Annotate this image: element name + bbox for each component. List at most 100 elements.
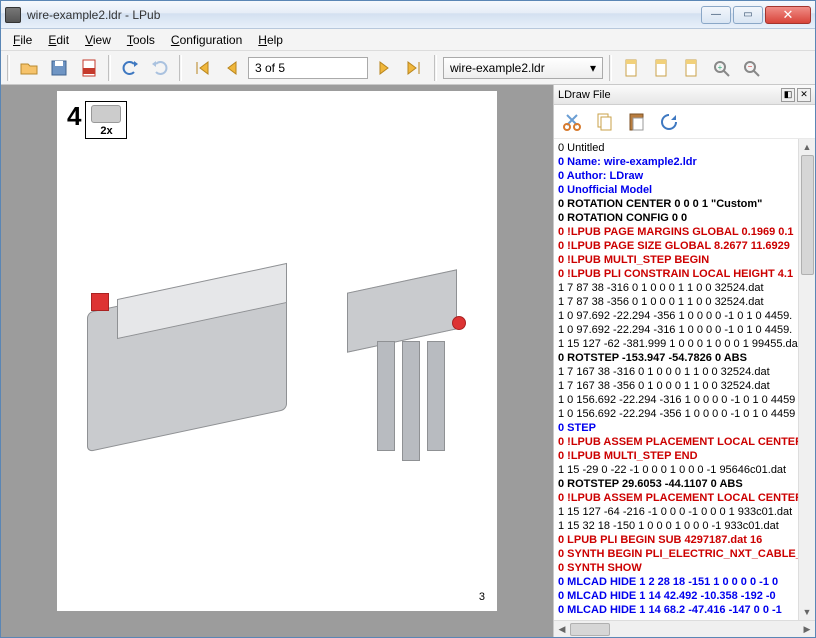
page-number: 3 [479, 591, 485, 603]
horizontal-scrollbar[interactable]: ◀ ▶ [554, 620, 815, 637]
code-line[interactable]: 1 0 97.692 -22.294 -356 1 0 0 0 0 -1 0 1… [558, 309, 794, 323]
code-line[interactable]: 1 15 127 -62 -381.999 1 0 0 0 1 0 0 0 1 … [558, 337, 794, 351]
menu-help[interactable]: Help [250, 31, 291, 49]
menu-file[interactable]: File [5, 31, 40, 49]
code-line[interactable]: 0 SYNTH SHOW [558, 561, 794, 575]
menu-configuration[interactable]: Configuration [163, 31, 250, 49]
red-brick-icon [91, 293, 109, 311]
code-line[interactable]: 0 MLCAD HIDE 1 14 42.492 -10.358 -192 -0 [558, 589, 794, 603]
first-page-icon[interactable] [188, 55, 214, 81]
pli-thumb [91, 105, 121, 123]
panel-undock-icon[interactable]: ◧ [781, 88, 795, 102]
save-icon[interactable] [46, 55, 72, 81]
beam-1 [377, 341, 395, 451]
panel-close-icon[interactable]: ✕ [797, 88, 811, 102]
scroll-track[interactable] [799, 155, 815, 604]
sep [434, 55, 437, 81]
code-line[interactable]: 0 Author: LDraw [558, 169, 794, 183]
param-icon-1[interactable] [618, 55, 644, 81]
code-line[interactable]: 1 0 156.692 -22.294 -316 1 0 0 0 0 -1 0 … [558, 393, 794, 407]
app-window: wire-example2.ldr - LPub — ▭ ✕ File Edit… [0, 0, 816, 638]
scroll-up-icon[interactable]: ▲ [799, 139, 815, 155]
prev-page-icon[interactable] [218, 55, 244, 81]
undo-icon[interactable] [117, 55, 143, 81]
code-line[interactable]: 0 !LPUB ASSEM PLACEMENT LOCAL CENTER [558, 491, 794, 505]
code-line[interactable]: 0 MLCAD HIDE 1 2 28 18 -151 1 0 0 0 0 -1… [558, 575, 794, 589]
code-line[interactable]: 0 !LPUB PAGE MARGINS GLOBAL 0.1969 0.1 [558, 225, 794, 239]
grip [7, 55, 10, 81]
panel-header[interactable]: LDraw File ◧ ✕ [554, 85, 815, 105]
cut-icon[interactable] [560, 109, 586, 135]
close-button[interactable]: ✕ [765, 6, 811, 24]
code-line[interactable]: 0 ROTSTEP 29.6053 -44.1107 0 ABS [558, 477, 794, 491]
beam-2 [402, 341, 420, 461]
code-line[interactable]: 0 Untitled [558, 141, 794, 155]
code-line[interactable]: 0 !LPUB PLI CONSTRAIN LOCAL HEIGHT 4.1 [558, 267, 794, 281]
page-input[interactable] [248, 57, 368, 79]
sep [108, 55, 111, 81]
scroll-down-icon[interactable]: ▼ [799, 604, 815, 620]
code-line[interactable]: 1 15 32 18 -150 1 0 0 0 1 0 0 0 -1 933c0… [558, 519, 794, 533]
step-callout: 4 2x [67, 101, 127, 139]
menu-tools[interactable]: Tools [119, 31, 163, 49]
svg-text:+: + [718, 63, 723, 72]
code-line[interactable]: 0 !LPUB PAGE SIZE GLOBAL 8.2677 11.6929 [558, 239, 794, 253]
code-line[interactable]: 0 ROTATION CONFIG 0 0 [558, 211, 794, 225]
export-pdf-icon[interactable] [76, 55, 102, 81]
maximize-button[interactable]: ▭ [733, 6, 763, 24]
code-line[interactable]: 0 SYNTH BEGIN PLI_ELECTRIC_NXT_CABLE_ [558, 547, 794, 561]
param-icon-2[interactable] [648, 55, 674, 81]
sep [609, 55, 612, 81]
code-area[interactable]: 0 Untitled0 Name: wire-example2.ldr0 Aut… [554, 139, 798, 620]
code-line[interactable]: 1 7 87 38 -316 0 1 0 0 0 1 1 0 0 32524.d… [558, 281, 794, 295]
scroll-left-icon[interactable]: ◀ [554, 621, 570, 638]
code-line[interactable]: 0 Name: wire-example2.ldr [558, 155, 794, 169]
last-page-icon[interactable] [402, 55, 428, 81]
code-line[interactable]: 1 0 156.692 -22.294 -356 1 0 0 0 0 -1 0 … [558, 407, 794, 421]
model-selector-label: wire-example2.ldr [450, 61, 545, 75]
copy-icon[interactable] [592, 109, 618, 135]
panel-toolbar [554, 105, 815, 139]
page-preview: 4 2x 3 [57, 91, 497, 611]
chevron-down-icon: ▾ [590, 61, 596, 75]
paste-icon[interactable] [624, 109, 650, 135]
refresh-icon[interactable] [656, 109, 682, 135]
code-line[interactable]: 0 Unofficial Model [558, 183, 794, 197]
param-icon-3[interactable] [678, 55, 704, 81]
ldraw-panel: LDraw File ◧ ✕ 0 Untitled0 Name: wire-ex… [553, 85, 815, 637]
code-line[interactable]: 0 !LPUB MULTI_STEP END [558, 449, 794, 463]
code-line[interactable]: 0 !LPUB MULTI_STEP BEGIN [558, 253, 794, 267]
code-line[interactable]: 0 MLCAD HIDE 1 14 68.2 -47.416 -147 0 0 … [558, 603, 794, 617]
code-line[interactable]: 1 7 167 38 -356 0 1 0 0 0 1 1 0 0 32524.… [558, 379, 794, 393]
code-line[interactable]: 0 !LPUB ASSEM PLACEMENT LOCAL CENTER [558, 435, 794, 449]
menu-view[interactable]: View [77, 31, 119, 49]
titlebar[interactable]: wire-example2.ldr - LPub — ▭ ✕ [1, 1, 815, 29]
beam-3 [427, 341, 445, 451]
zoom-in-icon[interactable]: + [708, 55, 734, 81]
code-line[interactable]: 1 15 -29 0 -22 -1 0 0 0 1 0 0 0 -1 95646… [558, 463, 794, 477]
code-line[interactable]: 1 7 167 38 -316 0 1 0 0 0 1 1 0 0 32524.… [558, 365, 794, 379]
code-line[interactable]: 1 7 87 38 -356 0 1 0 0 0 1 1 0 0 32524.d… [558, 295, 794, 309]
code-line[interactable]: 0 STEP [558, 421, 794, 435]
page-canvas[interactable]: 4 2x 3 [1, 85, 553, 637]
code-line[interactable]: 1 0 97.692 -22.294 -316 1 0 0 0 0 -1 0 1… [558, 323, 794, 337]
vertical-scrollbar[interactable]: ▲ ▼ [798, 139, 815, 620]
code-line[interactable]: 0 LPUB PLI BEGIN SUB 4297187.dat 16 [558, 533, 794, 547]
code-line[interactable]: 1 15 127 -64 -216 -1 0 0 0 -1 0 0 0 1 93… [558, 505, 794, 519]
code-line[interactable]: 0 ROTSTEP -153.947 -54.7826 0 ABS [558, 351, 794, 365]
next-page-icon[interactable] [372, 55, 398, 81]
menu-edit[interactable]: Edit [40, 31, 77, 49]
step-number: 4 [67, 101, 81, 132]
code-line[interactable]: 0 ROTATION CENTER 0 0 0 1 "Custom" [558, 197, 794, 211]
pli-qty: 2x [91, 125, 121, 137]
zoom-out-icon[interactable]: − [738, 55, 764, 81]
code-body: 0 Untitled0 Name: wire-example2.ldr0 Aut… [554, 139, 815, 620]
model-selector[interactable]: wire-example2.ldr ▾ [443, 57, 603, 79]
scroll-right-icon[interactable]: ▶ [799, 621, 815, 638]
hscroll-thumb[interactable] [570, 623, 610, 636]
open-icon[interactable] [16, 55, 42, 81]
redo-icon[interactable] [147, 55, 173, 81]
minimize-button[interactable]: — [701, 6, 731, 24]
scroll-thumb[interactable] [801, 155, 814, 275]
app-icon [5, 7, 21, 23]
